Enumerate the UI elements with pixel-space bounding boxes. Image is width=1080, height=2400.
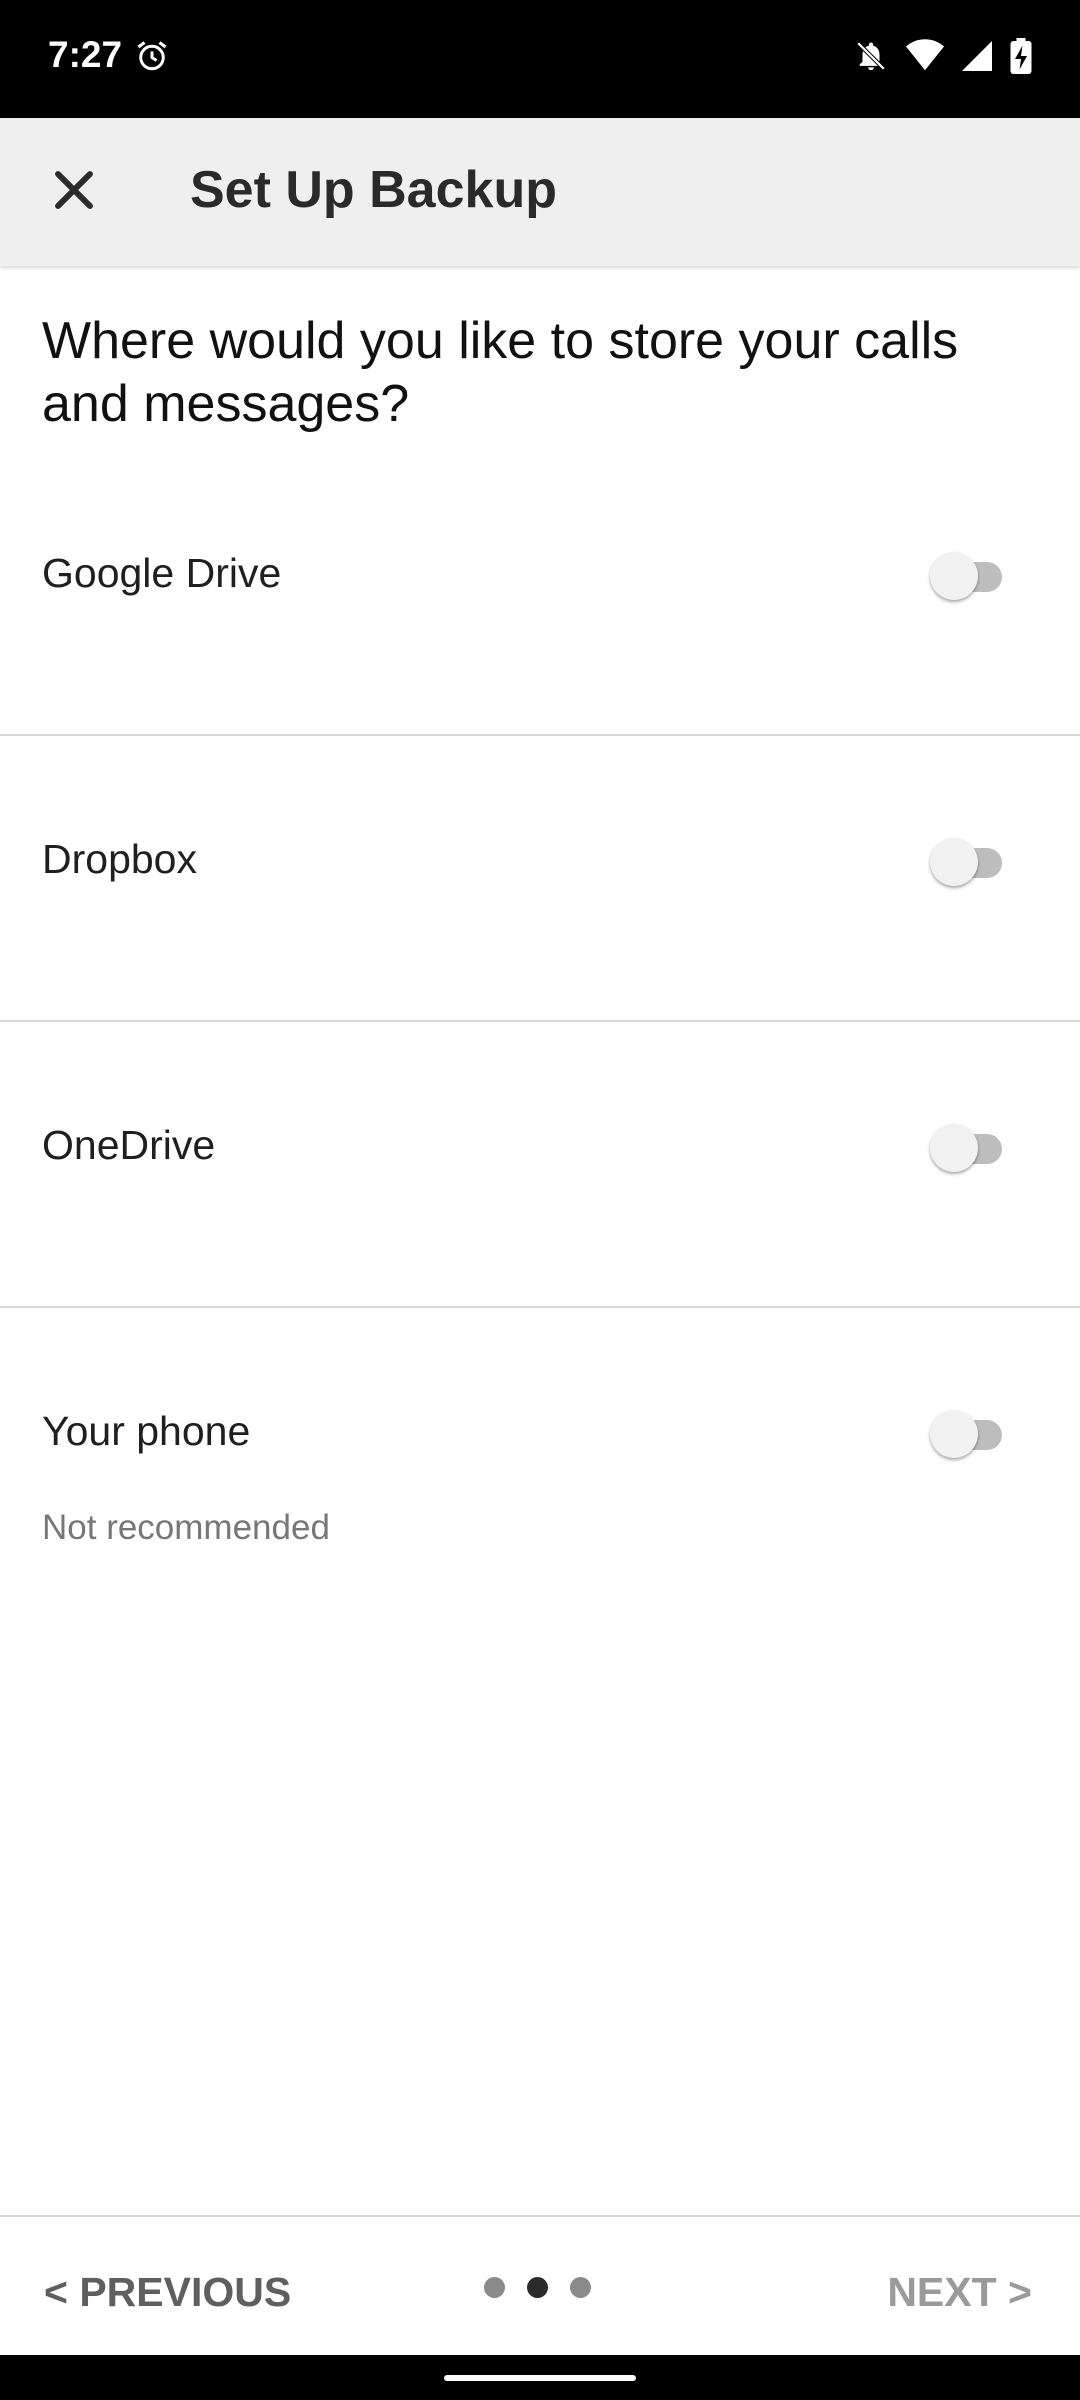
divider (0, 1020, 1080, 1022)
system-nav-bar (0, 2355, 1080, 2400)
app-bar: Set Up Backup (0, 118, 1080, 266)
divider (0, 734, 1080, 736)
option-google-drive[interactable]: Google Drive (0, 530, 1080, 815)
toggle-knob (930, 838, 978, 886)
alarm-icon (134, 38, 170, 79)
divider (0, 1306, 1080, 1308)
previous-button[interactable]: < PREVIOUS (44, 2269, 291, 2316)
wifi-icon (906, 39, 944, 78)
battery-charging-icon (1010, 38, 1032, 79)
notifications-off-icon (854, 38, 888, 79)
option-onedrive[interactable]: OneDrive (0, 1102, 1080, 1387)
option-label: Your phone (42, 1408, 251, 1454)
status-bar: 7:27 (0, 0, 1080, 118)
page-title: Set Up Backup (190, 161, 557, 219)
option-label: OneDrive (42, 1122, 216, 1168)
wizard-footer: < PREVIOUS NEXT > (0, 2215, 1080, 2357)
your-phone-toggle[interactable] (930, 1408, 1010, 1458)
question-heading: Where would you like to store your calls… (42, 312, 959, 433)
page-indicator (484, 2277, 591, 2298)
toggle-knob (930, 1410, 978, 1458)
toggle-knob (930, 552, 978, 600)
option-subtitle: Not recommended (42, 1508, 330, 1547)
page-dot-3 (570, 2277, 591, 2298)
next-button[interactable]: NEXT > (887, 2269, 1032, 2316)
home-gesture-handle[interactable] (444, 2375, 636, 2381)
status-icons (854, 38, 1032, 79)
page-dot-2-active (527, 2277, 548, 2298)
google-drive-toggle[interactable] (930, 550, 1010, 600)
dropbox-toggle[interactable] (930, 836, 1010, 886)
page-dot-1 (484, 2277, 505, 2298)
option-label: Google Drive (42, 550, 282, 596)
close-icon (55, 171, 93, 209)
option-dropbox[interactable]: Dropbox (0, 816, 1080, 1101)
option-your-phone[interactable]: Your phone Not recommended (0, 1388, 1080, 1673)
status-time: 7:27 (48, 34, 123, 75)
toggle-knob (930, 1124, 978, 1172)
cell-signal-icon (962, 40, 992, 77)
close-button[interactable] (42, 158, 106, 222)
option-label: Dropbox (42, 836, 197, 882)
onedrive-toggle[interactable] (930, 1122, 1010, 1172)
